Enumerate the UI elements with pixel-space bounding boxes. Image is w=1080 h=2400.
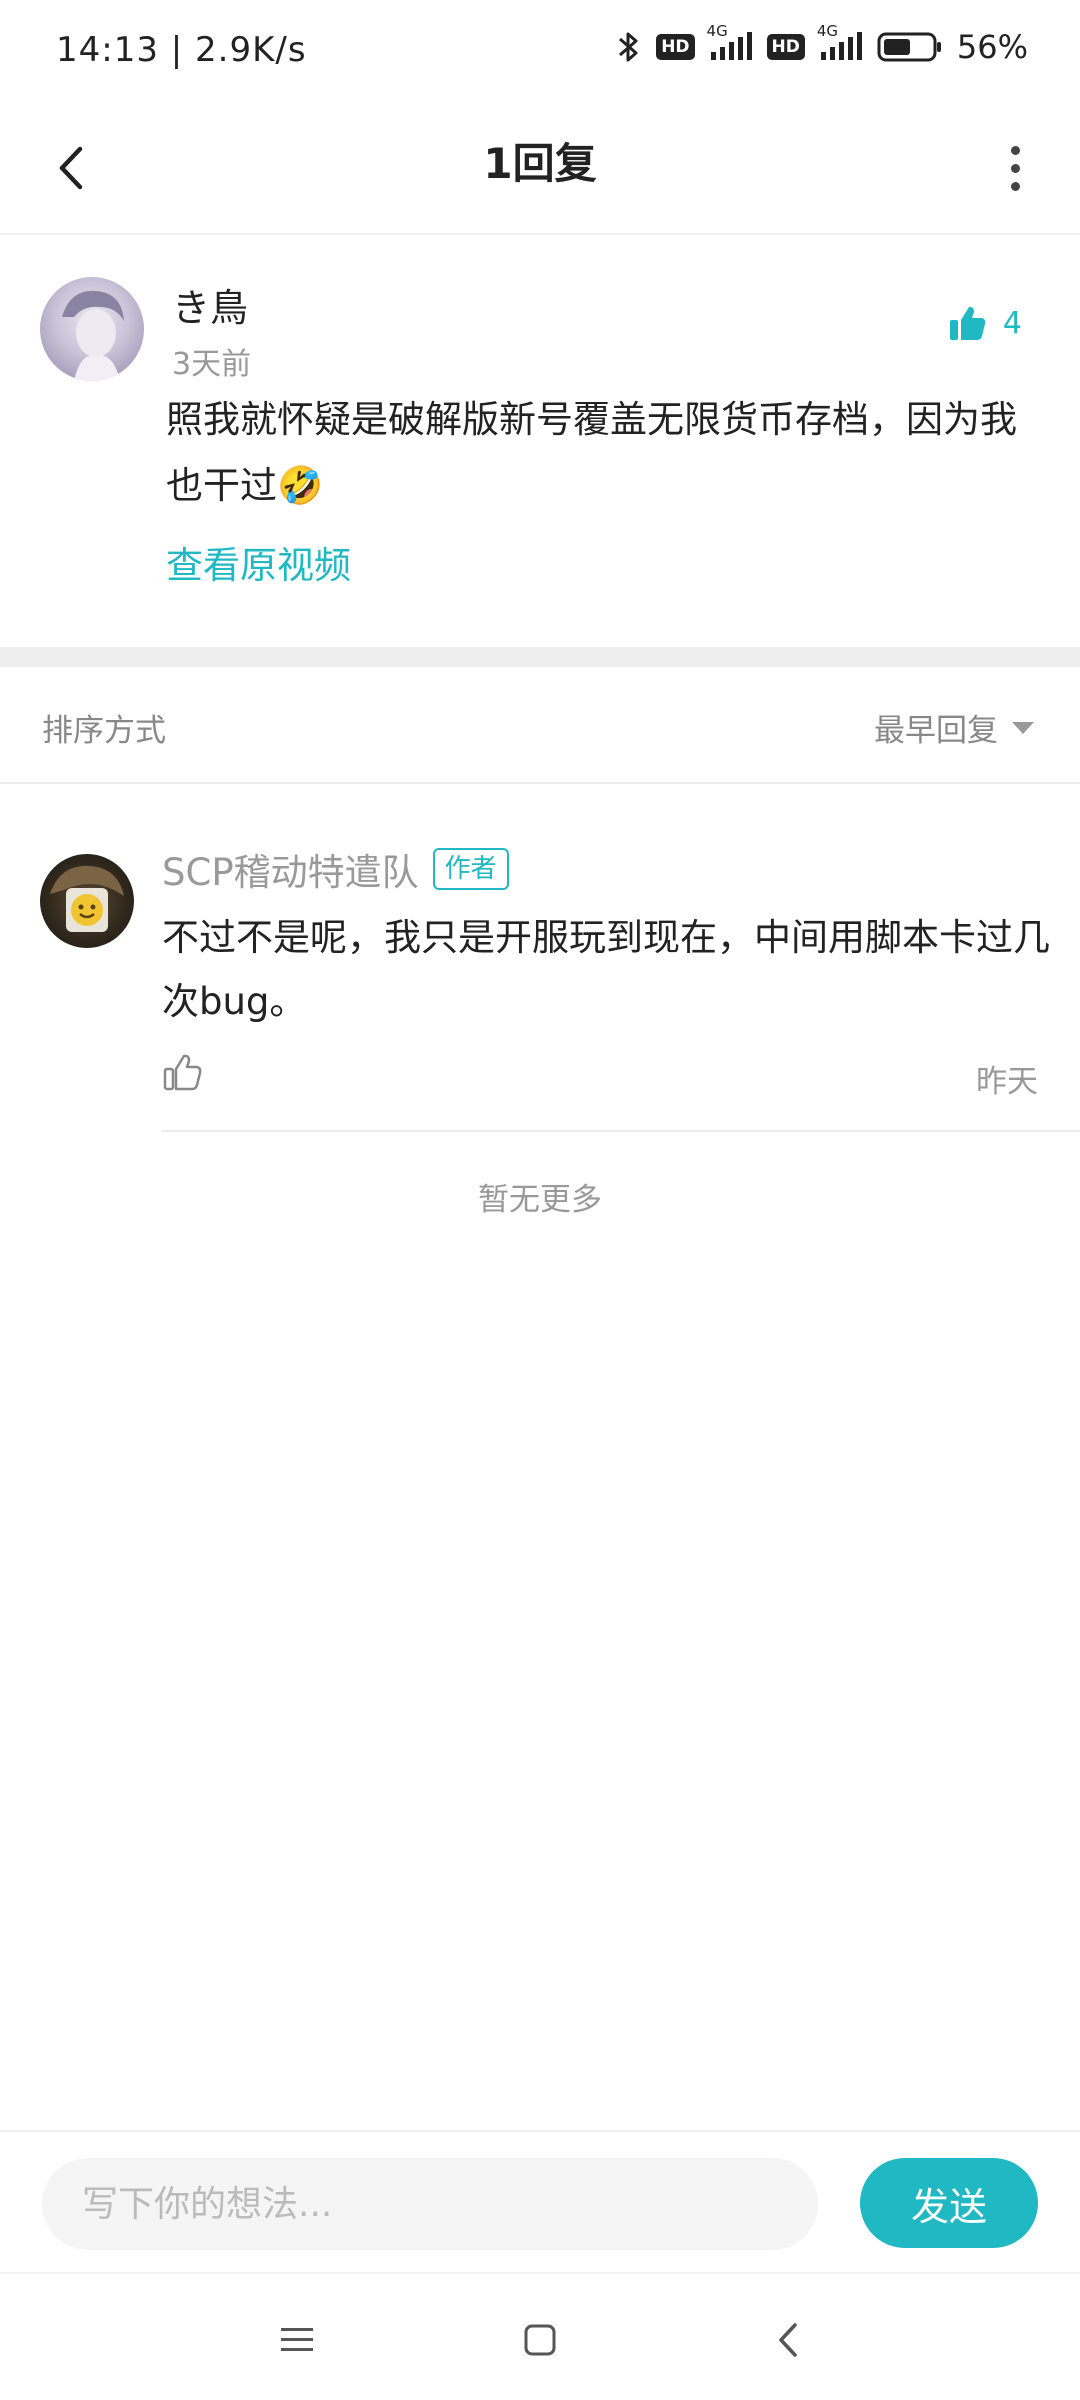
more-dot (1010, 181, 1020, 191)
page-title: 1回复 (483, 139, 597, 188)
author-badge: 作者 (432, 848, 509, 890)
reply-content: 不过不是呢，我只是开服玩到现在，中间用脚本卡过几次bug。 (162, 916, 1050, 1023)
comment-username[interactable]: き鳥 (172, 277, 248, 332)
hd-badge: HD (656, 34, 695, 60)
like-count: 4 (1002, 305, 1022, 341)
battery-percent: 56% (956, 28, 1028, 66)
recents-button[interactable] (257, 2300, 337, 2380)
like-button[interactable]: 4 (947, 303, 1022, 343)
reply-like-button[interactable] (162, 1052, 202, 1096)
avatar[interactable] (40, 277, 144, 381)
avatar[interactable] (40, 854, 134, 948)
list-end-text: 暂无更多 (478, 1182, 602, 1218)
comment-time: 3天前 (172, 347, 252, 382)
thumbs-up-outline-icon (163, 1054, 202, 1091)
sort-dropdown[interactable]: 最早回复 (874, 705, 1034, 750)
send-button[interactable]: 发送 (860, 2158, 1038, 2248)
signal-icon: 4G (707, 22, 753, 62)
system-nav-bar (0, 2272, 1080, 2400)
sort-label: 排序方式 (42, 713, 166, 749)
menu-icon (281, 2328, 313, 2351)
divider (162, 1130, 1080, 1132)
comment-input-bar: 发送 (0, 2130, 1080, 2270)
reply-header: SCP稽动特遣队 作者 (162, 842, 509, 896)
avatar-image (62, 290, 124, 381)
bluetooth-icon (616, 29, 642, 65)
hd-badge: HD (766, 34, 805, 60)
home-square-icon (524, 2324, 556, 2356)
comment-content: 照我就怀疑是破解版新号覆盖无限货币存档，因为我也干过🤣 (166, 398, 1017, 507)
back-chevron-icon (779, 2323, 797, 2357)
top-app-bar: 1回复 (0, 100, 1080, 235)
more-options-button[interactable] (980, 128, 1050, 208)
sort-bar: 排序方式 最早回复 (0, 667, 1080, 784)
reply-time: 昨天 (976, 1064, 1038, 1100)
status-icons: HD 4G HD 4G 56% (616, 22, 1028, 66)
signal-icon: 4G (817, 22, 863, 62)
avatar-image (50, 865, 124, 932)
sort-selected: 最早回复 (874, 713, 998, 749)
view-original-video-link[interactable]: 查看原视频 (166, 535, 351, 589)
section-divider (0, 647, 1080, 667)
battery-icon (877, 31, 943, 63)
main-comment: き鳥 3天前 4 照我就怀疑是破解版新号覆盖无限货币存档，因为我也干过🤣 查看原… (0, 237, 1080, 647)
more-dot (1010, 163, 1020, 173)
dropdown-triangle-icon (1012, 721, 1034, 734)
comment-input[interactable] (42, 2158, 818, 2250)
nav-back-button[interactable] (748, 2300, 828, 2380)
network-type-label: 4G (816, 22, 839, 40)
status-time: 14:13 | 2.9K/s (56, 30, 307, 70)
home-button[interactable] (500, 2300, 580, 2380)
more-vertical-icon (1010, 145, 1020, 155)
reply-username[interactable]: SCP稽动特遣队 (162, 842, 419, 896)
thumbs-up-icon (949, 306, 986, 340)
network-type-label: 4G (706, 22, 728, 40)
reply-item: SCP稽动特遣队 作者 不过不是呢，我只是开服玩到现在，中间用脚本卡过几次bug… (0, 786, 1080, 1132)
status-bar: 14:13 | 2.9K/s HD 4G HD 4G 56% (0, 0, 1080, 100)
